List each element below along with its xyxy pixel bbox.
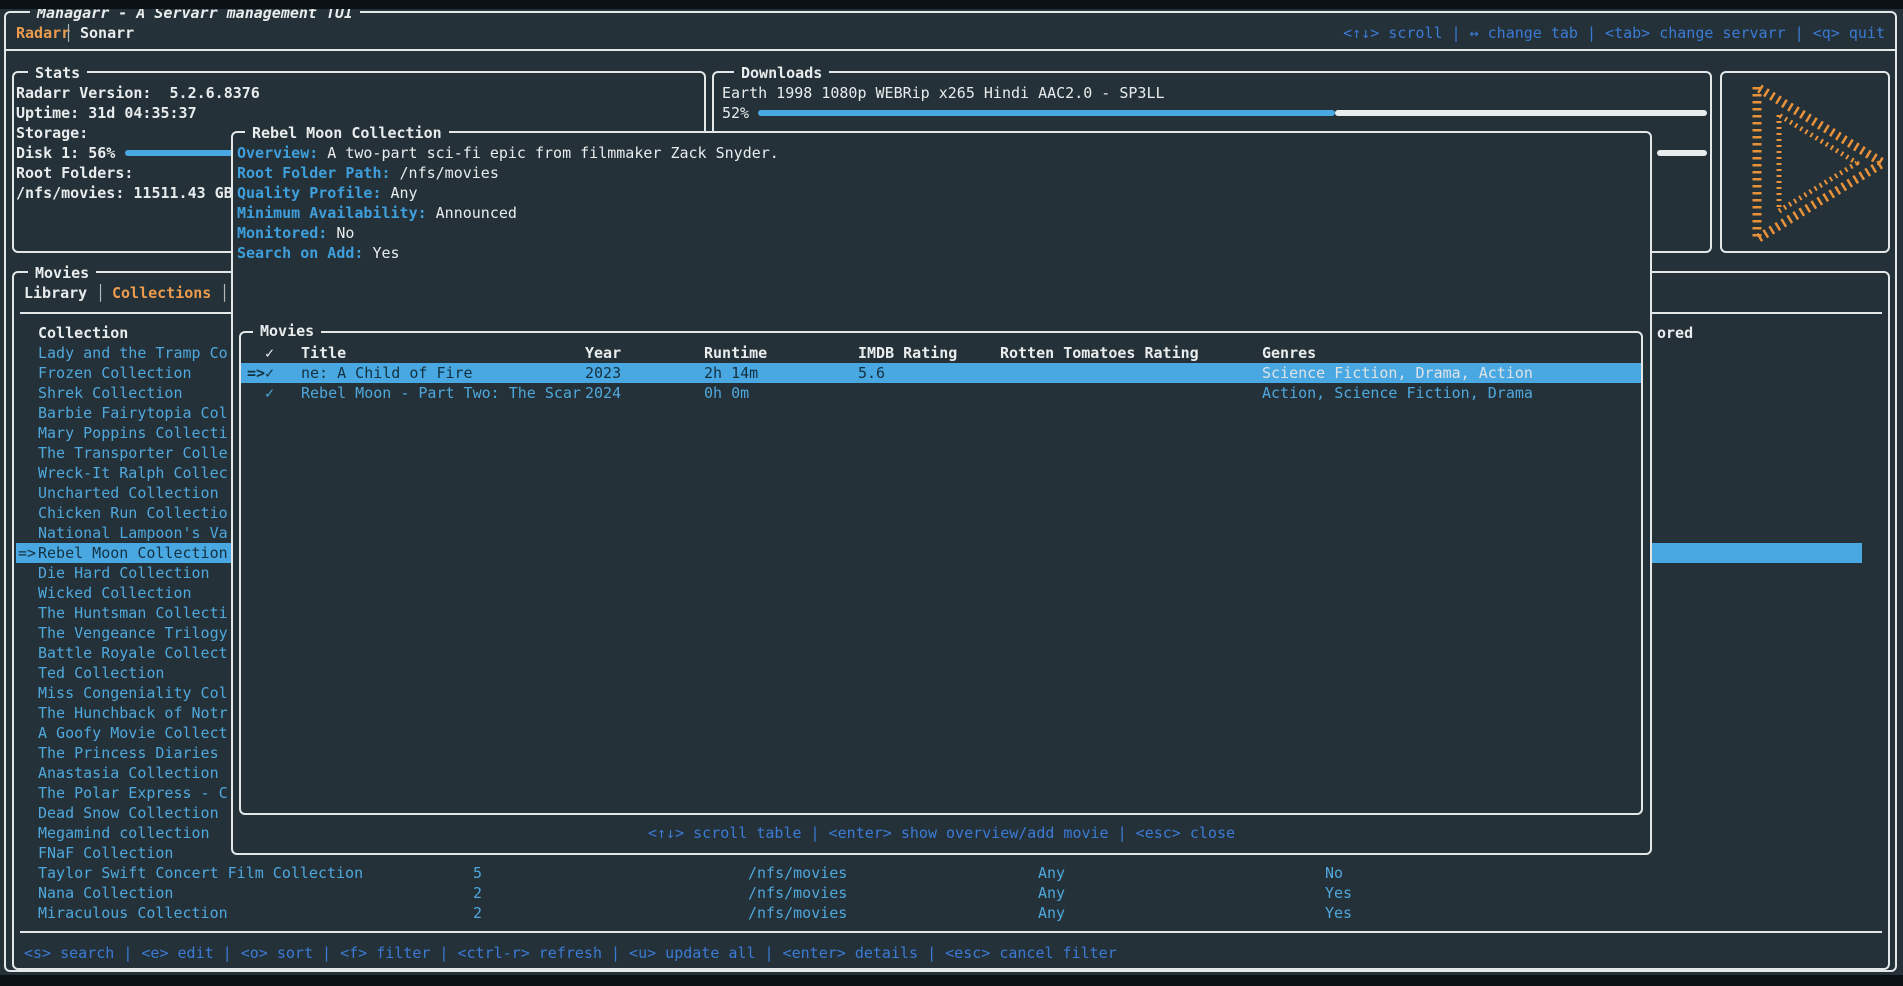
selection-arrow: =>: [18, 543, 36, 563]
modal-field-root-folder: Root Folder Path:/nfs/movies: [237, 163, 499, 183]
movie-genres: Science Fiction, Drama, Action: [1262, 363, 1533, 383]
modal-field-min-availability: Minimum Availability:Announced: [237, 203, 517, 223]
field-label: Minimum Availability:: [237, 204, 427, 222]
modal-field-quality-profile: Quality Profile:Any: [237, 183, 418, 203]
downloads-title: Downloads: [734, 63, 829, 83]
global-shortcuts: <↑↓> scroll | ↔ change tab | <tab> chang…: [1343, 23, 1885, 43]
modal-field-overview: Overview:A two-part sci-fi epic from fil…: [237, 143, 779, 163]
tab-divider: │: [64, 23, 73, 43]
modal-title: Rebel Moon Collection: [245, 123, 449, 143]
field-label: Quality Profile:: [237, 184, 382, 202]
tab-sonarr[interactable]: Sonarr: [80, 23, 134, 43]
movies-subpanel: [239, 331, 1643, 815]
field-value: Announced: [427, 204, 517, 222]
field-value: Yes: [363, 244, 399, 262]
movie-imdb-rating: 5.6: [858, 363, 885, 383]
movie-row-title[interactable]: Rebel Moon - Part Two: The Scar: [301, 383, 581, 403]
column-header-rotten-tomatoes: Rotten Tomatoes Rating: [1000, 343, 1199, 363]
field-value: No: [327, 224, 354, 242]
movie-runtime: 0h 0m: [704, 383, 749, 403]
field-value: A two-part sci-fi epic from filmmaker Za…: [318, 144, 779, 162]
movie-year: 2024: [585, 383, 621, 403]
movies-panel-title: Movies: [28, 263, 96, 283]
modal-field-search-on-add: Search on Add:Yes: [237, 243, 400, 263]
topbar-separator: [6, 49, 1895, 51]
modal-shortcuts: <↑↓> scroll table | <enter> show overvie…: [233, 823, 1650, 843]
movie-year: 2023: [585, 363, 621, 383]
movie-genres: Action, Science Fiction, Drama: [1262, 383, 1533, 403]
column-header-genres: Genres: [1262, 343, 1316, 363]
field-label: Overview:: [237, 144, 318, 162]
field-value: /nfs/movies: [391, 164, 499, 182]
top-terminal-strip: [0, 0, 1903, 9]
tab-radarr[interactable]: Radarr: [16, 23, 70, 43]
column-header-runtime: Runtime: [704, 343, 767, 363]
column-header-year: Year: [585, 343, 621, 363]
selected-collection-item[interactable]: Rebel Moon Collection: [38, 543, 228, 563]
column-header-check: ✓: [265, 343, 274, 363]
modal-field-monitored: Monitored:No: [237, 223, 354, 243]
field-label: Monitored:: [237, 224, 327, 242]
movie-runtime: 2h 14m: [704, 363, 758, 383]
stats-title: Stats: [28, 63, 87, 83]
bottom-terminal-strip: [0, 975, 1903, 986]
movie-monitored-check: ✓: [265, 383, 274, 403]
field-value: Any: [382, 184, 418, 202]
movies-subpanel-title: Movies: [253, 321, 321, 341]
column-header-imdb: IMDB Rating: [858, 343, 957, 363]
movie-monitored-check: ✓: [265, 363, 274, 383]
column-header-title: Title: [301, 343, 346, 363]
movie-selection-arrow: =>: [247, 363, 265, 383]
field-label: Root Folder Path:: [237, 164, 391, 182]
movie-row-selected-title[interactable]: ne: A Child of Fire: [301, 363, 473, 383]
field-label: Search on Add:: [237, 244, 363, 262]
